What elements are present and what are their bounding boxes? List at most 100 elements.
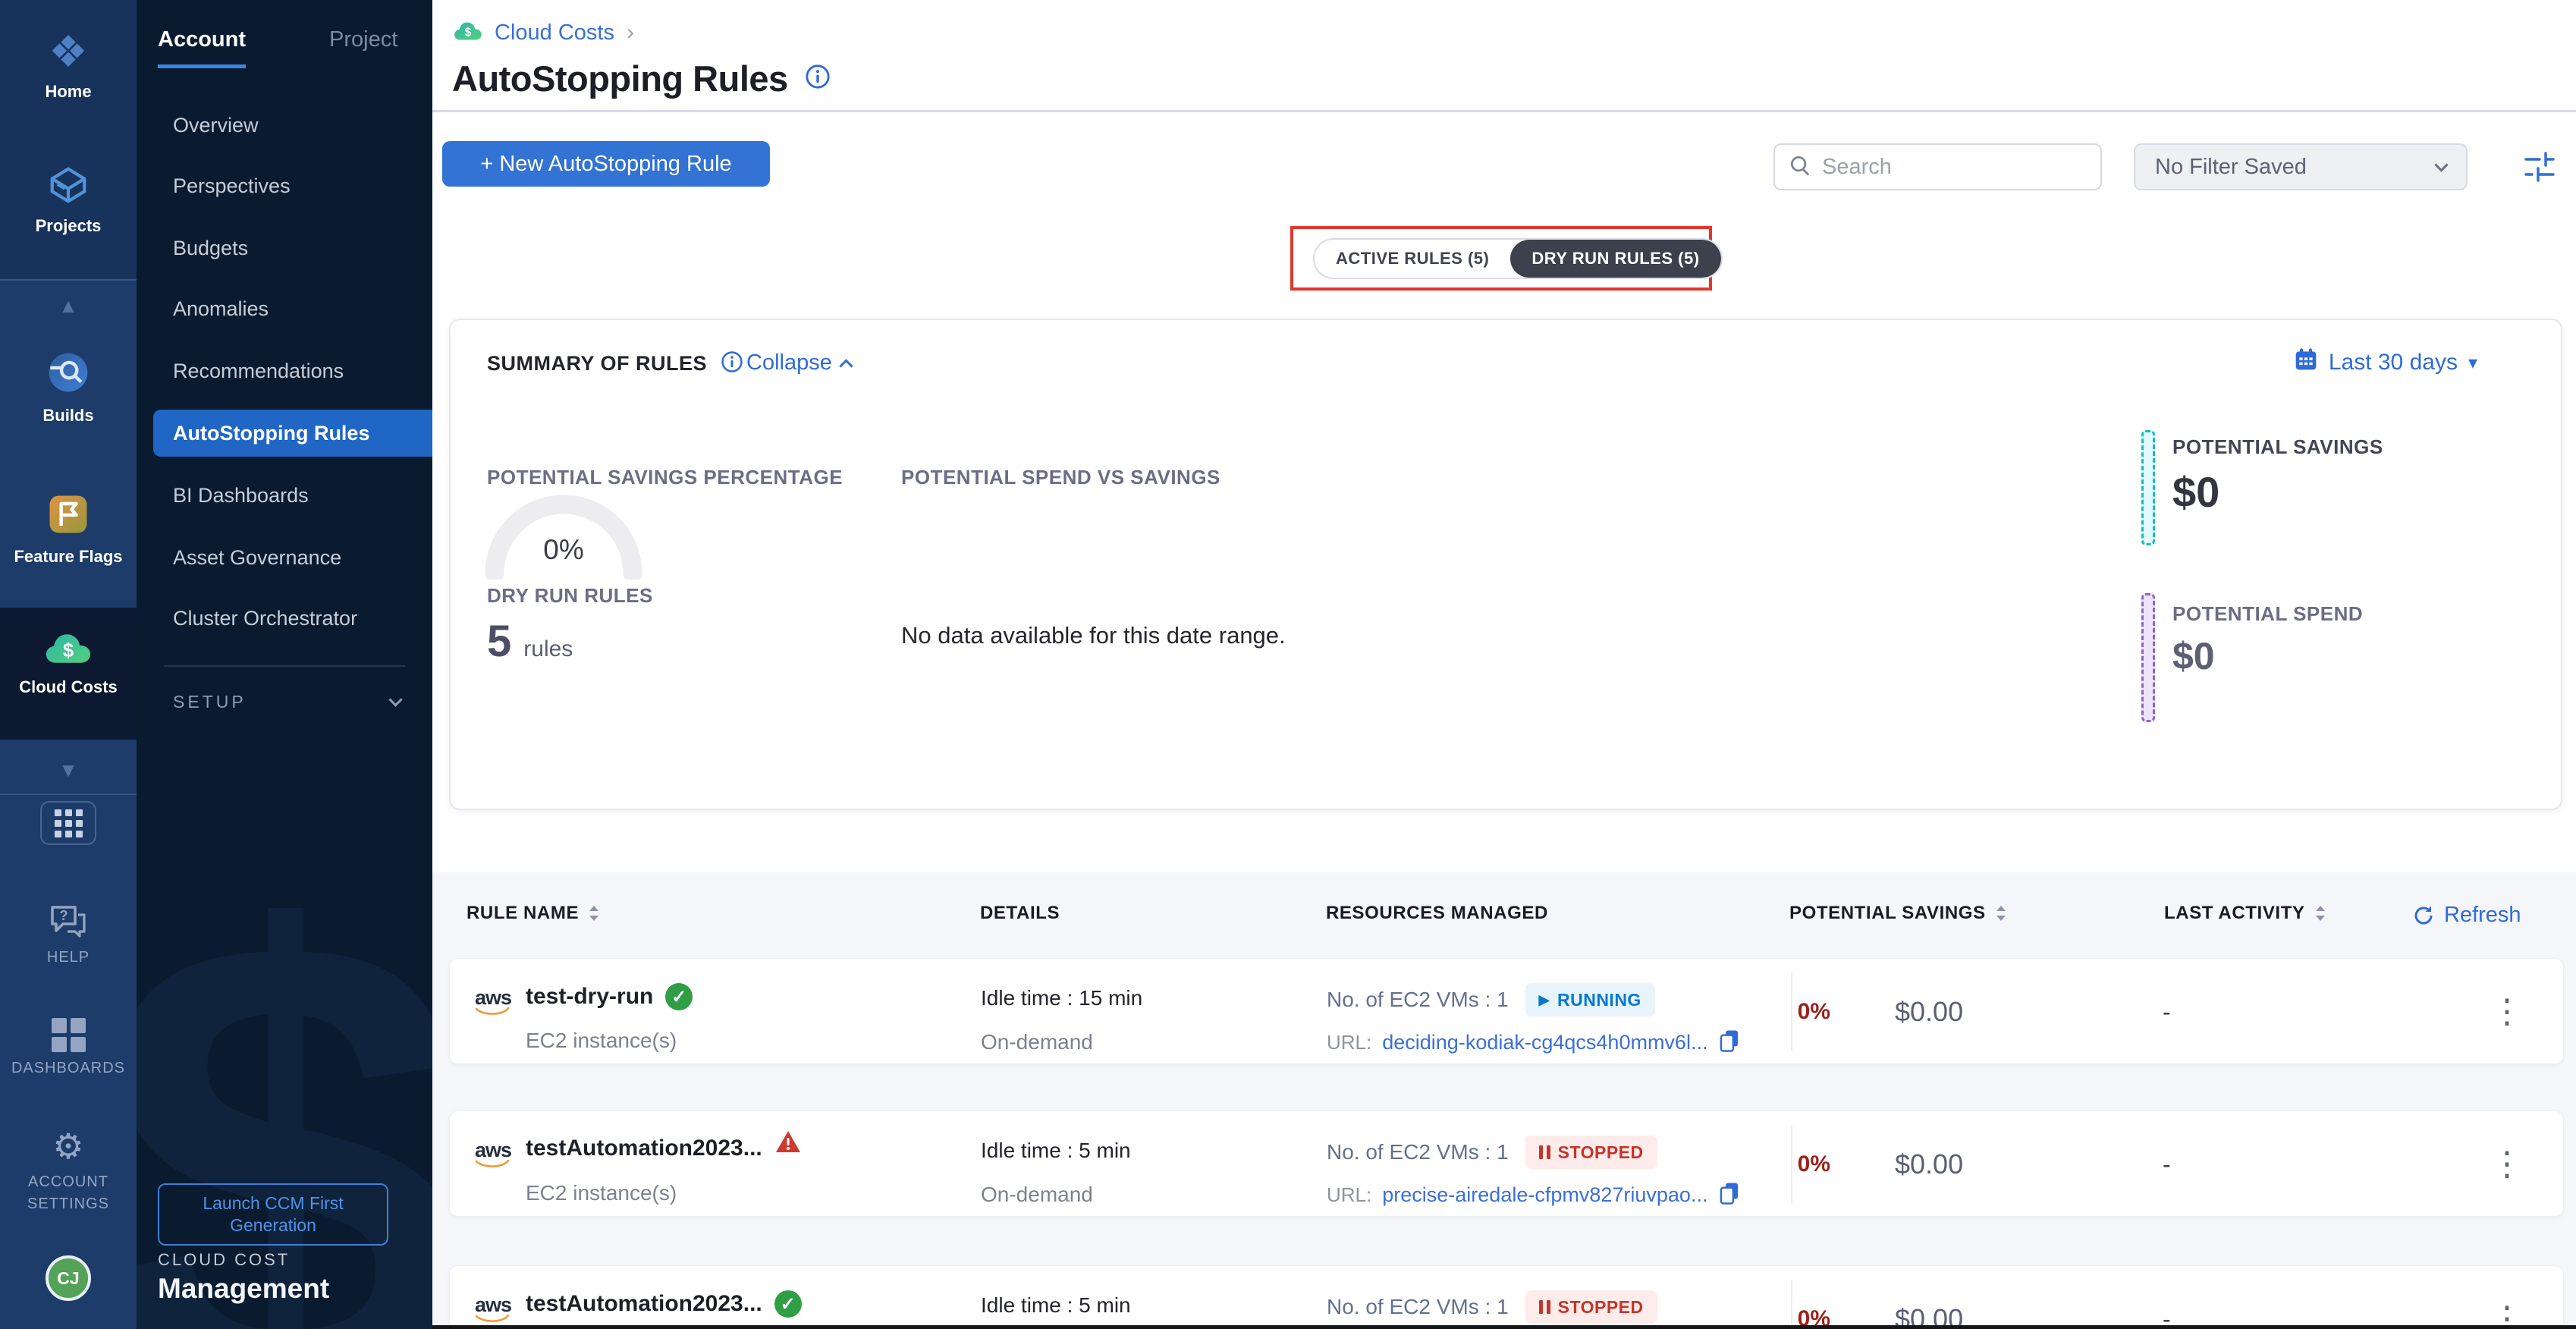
copy-icon[interactable] bbox=[1718, 1029, 1741, 1057]
rail-item-projects[interactable]: Projects bbox=[0, 165, 137, 236]
sidebar-item-overview[interactable]: Overview bbox=[137, 102, 432, 149]
calendar-icon bbox=[2294, 347, 2318, 378]
idle-time-cell: Idle time : 5 min bbox=[981, 1139, 1131, 1163]
rail-item-label: Feature Flags bbox=[14, 547, 122, 567]
filter-sliders-button[interactable] bbox=[2520, 150, 2558, 185]
sidebar-item-autostopping-rules[interactable]: AutoStopping Rules bbox=[153, 410, 432, 457]
header-divider bbox=[432, 110, 2576, 112]
table-header: RULE NAME DETAILS RESOURCES MANAGED POTE… bbox=[432, 903, 2576, 944]
sidebar-scope-tabs: Account Project bbox=[158, 27, 397, 68]
savings-amount: $0.00 bbox=[1895, 1148, 1963, 1180]
row-menu[interactable]: ⋮ bbox=[2490, 959, 2524, 1065]
column-last-activity[interactable]: LAST ACTIVITY bbox=[2164, 903, 2326, 924]
savings-pct-cell: 0% bbox=[1770, 1111, 1830, 1217]
sidebar-item-perspectives[interactable]: Perspectives bbox=[137, 162, 432, 209]
rail-item-help[interactable]: ? HELP bbox=[0, 904, 137, 966]
collapse-toggle[interactable]: Collapse bbox=[746, 350, 851, 375]
table-row[interactable]: aws testAutomation2023... EC2 instance(s… bbox=[449, 1111, 2564, 1217]
row-menu[interactable]: ⋮ bbox=[2490, 1266, 2524, 1329]
success-check-icon: ✓ bbox=[665, 983, 693, 1010]
info-icon[interactable] bbox=[721, 350, 743, 377]
date-range-dropdown[interactable]: Last 30 days ▾ bbox=[2294, 347, 2477, 378]
info-icon[interactable] bbox=[805, 64, 831, 93]
tab-account[interactable]: Account bbox=[158, 27, 246, 68]
refresh-icon bbox=[2412, 904, 2435, 927]
date-range-value: Last 30 days bbox=[2329, 350, 2458, 375]
last-activity: - bbox=[2163, 998, 2171, 1026]
svg-text:$: $ bbox=[63, 640, 74, 661]
rail-item-feature-flags[interactable]: Feature Flags bbox=[0, 493, 137, 567]
feature-flags-icon bbox=[47, 493, 90, 539]
column-rule-name[interactable]: RULE NAME bbox=[467, 903, 600, 924]
resource-type-cell: EC2 instance(s) bbox=[526, 1029, 677, 1053]
last-activity: - bbox=[2163, 1151, 2171, 1179]
vm-count-text: No. of EC2 VMs : 1 bbox=[1327, 1295, 1509, 1319]
rail-item-home[interactable]: ❖ Home bbox=[0, 30, 137, 102]
column-potential-savings[interactable]: POTENTIAL SAVINGS bbox=[1789, 903, 2007, 924]
rail-item-label: Cloud Costs bbox=[19, 677, 118, 697]
refresh-button[interactable]: Refresh bbox=[2412, 903, 2521, 928]
sidebar-item-budgets[interactable]: Budgets bbox=[137, 225, 432, 272]
toggle-active-rules[interactable]: ACTIVE RULES (5) bbox=[1315, 240, 1510, 278]
sidebar-item-recommendations[interactable]: Recommendations bbox=[137, 347, 432, 394]
copy-icon[interactable] bbox=[1718, 1181, 1741, 1209]
sidebar: $ Account Project Overview Perspectives … bbox=[137, 0, 432, 1329]
status-text: STOPPED bbox=[1558, 1142, 1644, 1163]
table-row[interactable]: aws test-dry-run ✓ EC2 instance(s) Idle … bbox=[449, 958, 2564, 1064]
breadcrumb-link-cloud-costs[interactable]: Cloud Costs bbox=[495, 20, 614, 46]
savings-amount-cell: $0.00 bbox=[1895, 1266, 1963, 1329]
module-grid-icon bbox=[40, 801, 96, 845]
search-input[interactable] bbox=[1822, 155, 2072, 180]
url-link[interactable]: precise-airedale-cfpmv827riuvpao... bbox=[1382, 1183, 1707, 1207]
rail-item-builds[interactable]: Builds bbox=[0, 350, 137, 426]
sidebar-setup-group[interactable]: SETUP bbox=[173, 692, 401, 712]
rail-item-label: ACCOUNT SETTINGS bbox=[19, 1171, 118, 1215]
status-text: STOPPED bbox=[1558, 1297, 1644, 1318]
tab-project[interactable]: Project bbox=[329, 27, 397, 68]
gear-icon: ⚙ bbox=[52, 1129, 83, 1164]
sidebar-item-anomalies[interactable]: Anomalies bbox=[137, 285, 432, 332]
status-badge: STOPPED bbox=[1525, 1290, 1657, 1324]
last-activity-cell: - bbox=[2163, 1266, 2171, 1329]
rail-scroll-up[interactable]: ▲ bbox=[0, 294, 137, 318]
rule-name-cell: test-dry-run ✓ bbox=[526, 983, 693, 1010]
column-label: DETAILS bbox=[980, 903, 1060, 924]
table-row[interactable]: aws testAutomation2023... ✓ Idle time : … bbox=[449, 1265, 2564, 1329]
rail-divider bbox=[0, 279, 137, 281]
rail-item-account-settings[interactable]: ⚙ ACCOUNT SETTINGS bbox=[0, 1129, 137, 1215]
sidebar-item-asset-governance[interactable]: Asset Governance bbox=[137, 534, 432, 581]
user-avatar-item[interactable]: CJ bbox=[0, 1255, 137, 1301]
url-link[interactable]: deciding-kodiak-cg4qcs4h0mmv6l... bbox=[1382, 1031, 1707, 1054]
resources-cell: No. of EC2 VMs : 1 STOPPED bbox=[1327, 1136, 1657, 1169]
url-label: URL: bbox=[1327, 1183, 1371, 1207]
sidebar-item-cluster-orchestrator[interactable]: Cluster Orchestrator bbox=[137, 595, 432, 642]
launch-ccm-first-gen-button[interactable]: Launch CCM First Generation bbox=[158, 1183, 388, 1246]
rail-item-cloud-costs[interactable]: $ Cloud Costs bbox=[0, 631, 137, 697]
saved-filter-dropdown[interactable]: No Filter Saved bbox=[2134, 143, 2468, 190]
page-title: AutoStopping Rules bbox=[452, 58, 788, 99]
status-badge: STOPPED bbox=[1525, 1136, 1657, 1169]
chevron-up-icon: ▲ bbox=[58, 294, 78, 318]
module-picker[interactable] bbox=[0, 801, 137, 845]
aws-logo-icon: aws bbox=[471, 988, 515, 1016]
row-menu[interactable]: ⋮ bbox=[2490, 1111, 2524, 1217]
vm-count-text: No. of EC2 VMs : 1 bbox=[1327, 1140, 1509, 1164]
saved-filter-value: No Filter Saved bbox=[2155, 155, 2307, 180]
breadcrumb: $ Cloud Costs › bbox=[454, 20, 634, 46]
chevron-down-icon: ▼ bbox=[58, 759, 78, 782]
toggle-dry-run-rules[interactable]: DRY RUN RULES (5) bbox=[1510, 240, 1720, 278]
refresh-label: Refresh bbox=[2444, 903, 2521, 928]
collapse-label: Collapse bbox=[746, 350, 832, 375]
sidebar-item-bi-dashboards[interactable]: BI Dashboards bbox=[137, 472, 432, 519]
column-details: DETAILS bbox=[980, 903, 1060, 924]
search-box bbox=[1773, 143, 2102, 190]
home-icon: ❖ bbox=[49, 30, 88, 74]
chevron-up-icon bbox=[839, 359, 853, 372]
potential-savings-value: $0 bbox=[2172, 467, 2219, 517]
rail-scroll-down[interactable]: ▼ bbox=[0, 759, 137, 782]
new-autostopping-rule-button[interactable]: + New AutoStopping Rule bbox=[442, 141, 770, 187]
rail-item-dashboards[interactable]: DASHBOARDS bbox=[0, 1018, 137, 1077]
savings-amount-cell: $0.00 bbox=[1895, 959, 1963, 1065]
rail-item-label: Home bbox=[45, 82, 91, 102]
url-cell: URL: deciding-kodiak-cg4qcs4h0mmv6l... bbox=[1327, 1029, 1741, 1057]
